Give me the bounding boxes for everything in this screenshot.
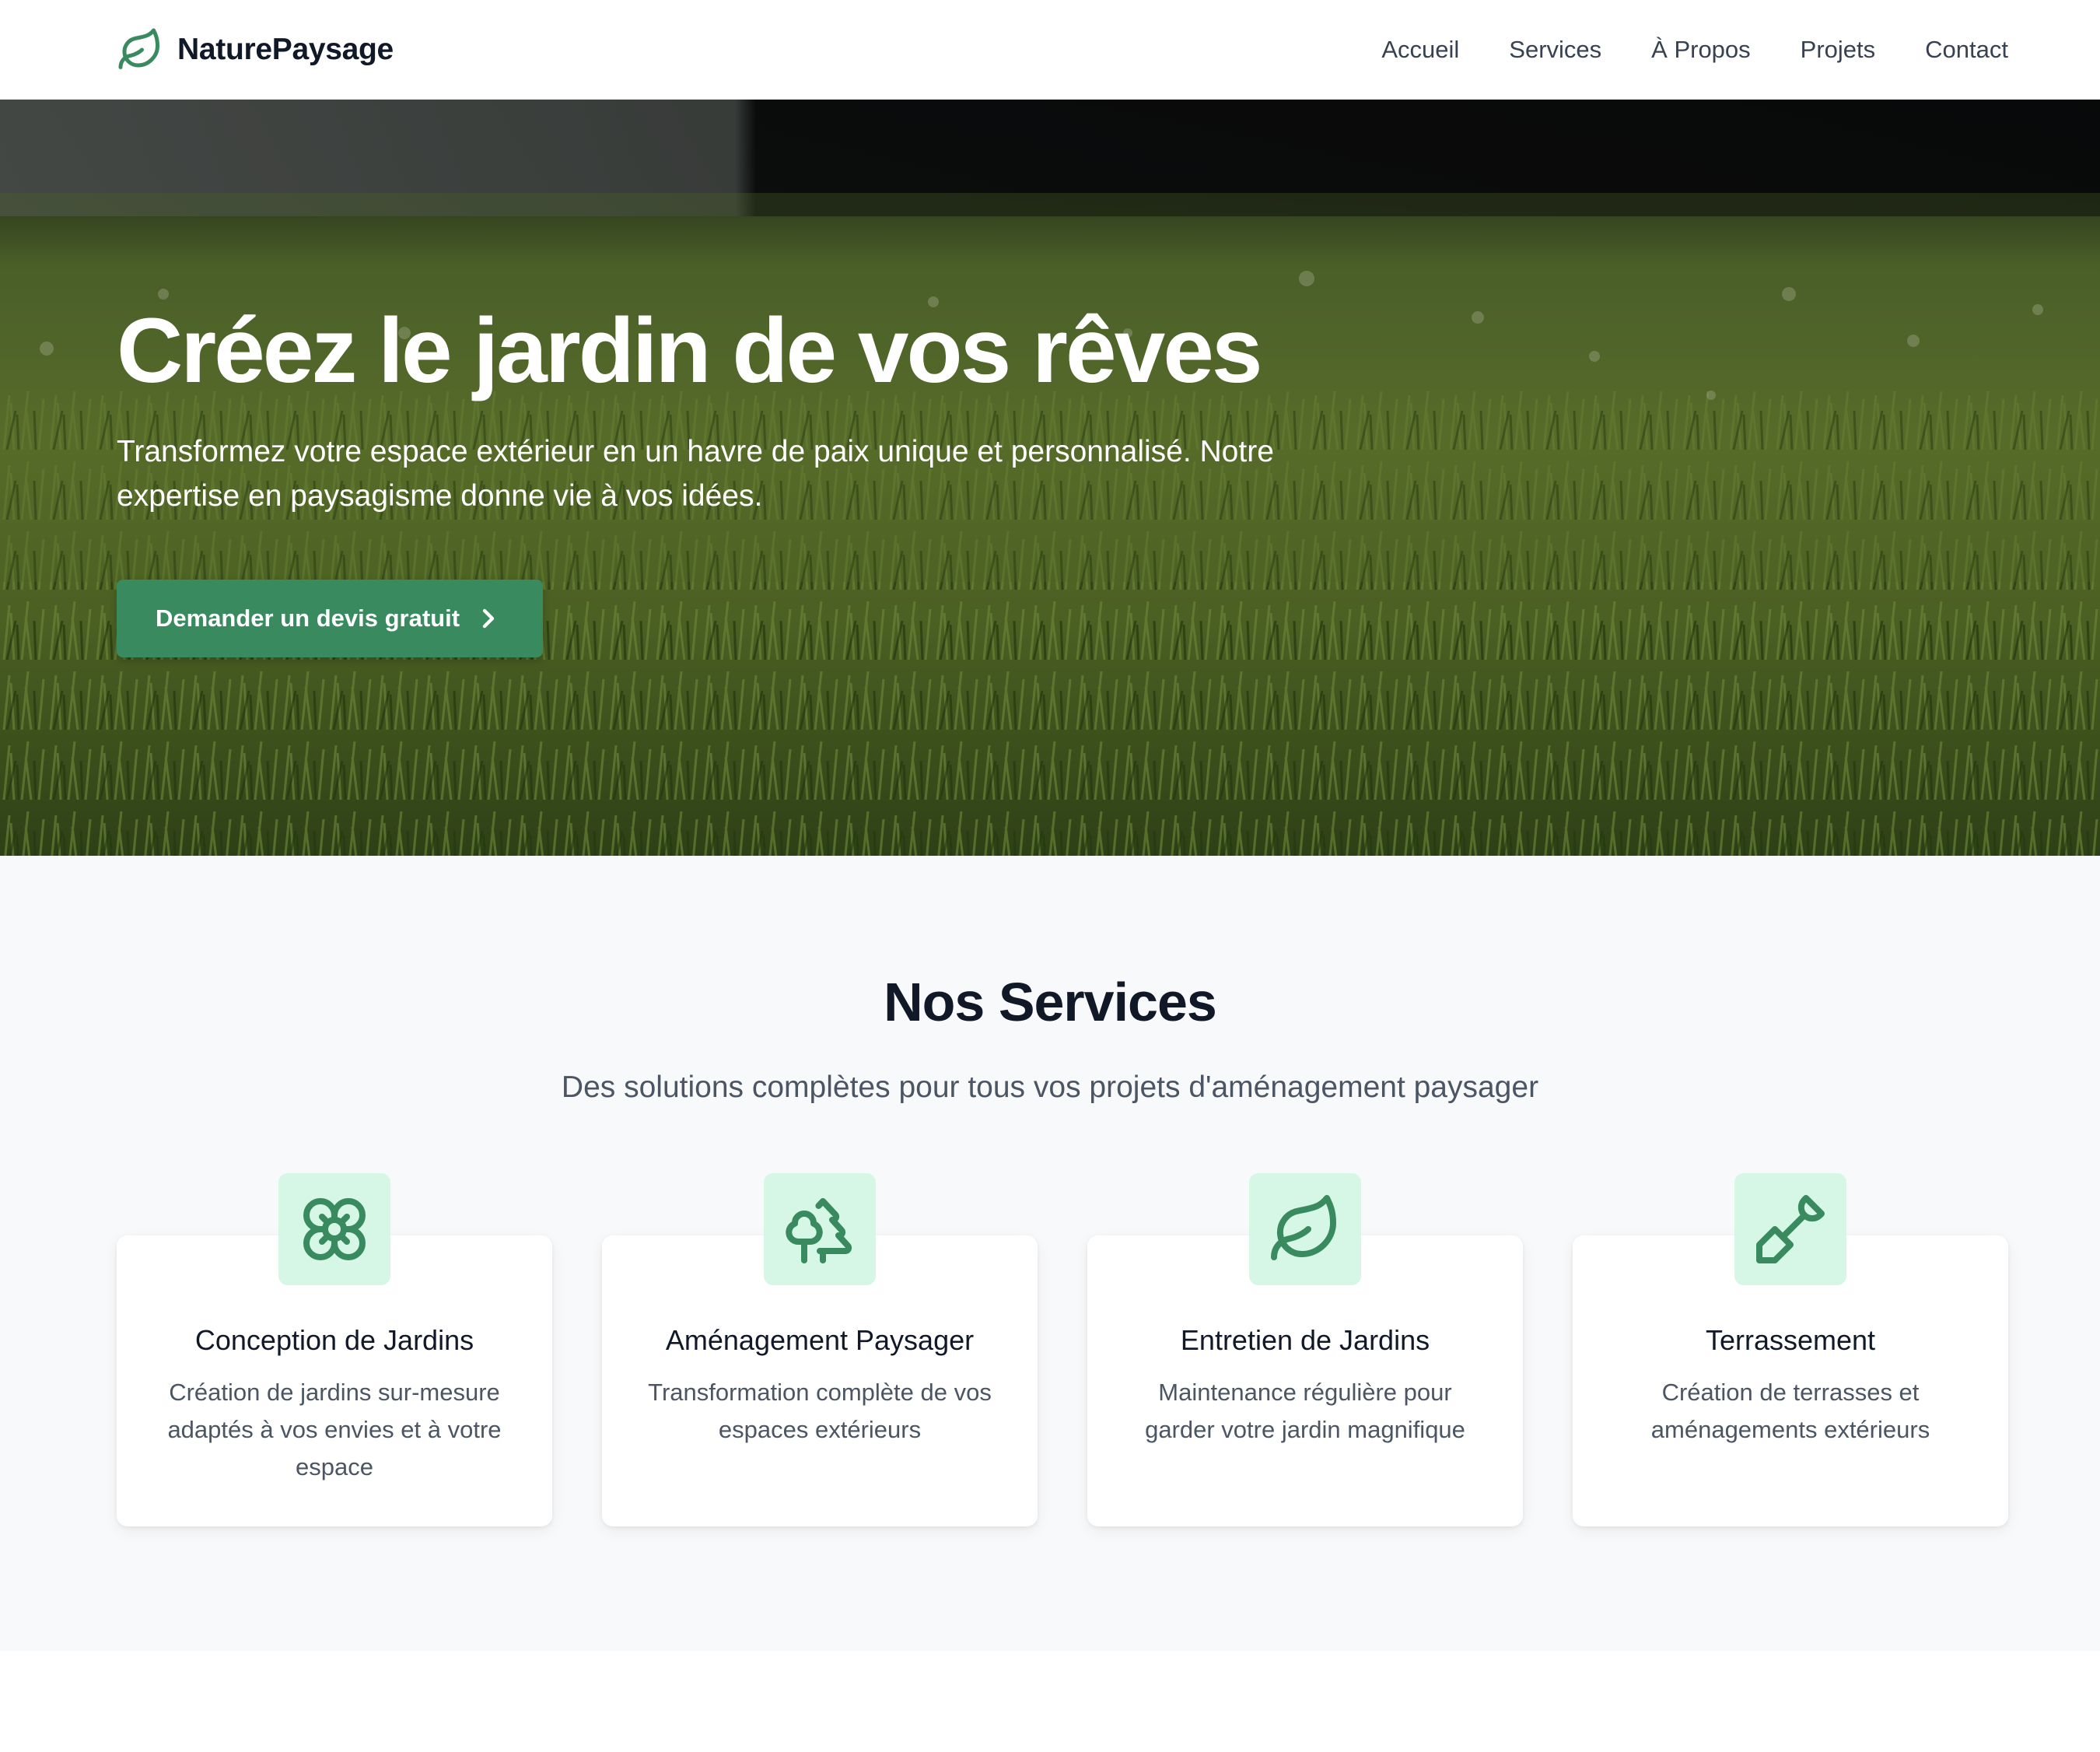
service-title: Aménagement Paysager (665, 1324, 975, 1356)
services-section: Nos Services Des solutions complètes pou… (0, 856, 2100, 1651)
service-card-amenagement[interactable]: Aménagement Paysager Transformation comp… (602, 1173, 1038, 1526)
service-title: Terrassement (1705, 1324, 1876, 1356)
leaf-icon (117, 26, 163, 73)
service-title: Conception de Jardins (194, 1324, 474, 1356)
main-nav: Accueil Services À Propos Projets Contac… (1381, 31, 2008, 68)
service-card-conception[interactable]: Conception de Jardins Création de jardin… (117, 1173, 552, 1526)
service-card-terrassement[interactable]: Terrassement Création de terrasses et am… (1573, 1173, 2008, 1526)
nav-link-projets[interactable]: Projets (1801, 31, 1875, 68)
hero-section: Créez le jardin de vos rêves Transformez… (0, 100, 2100, 856)
brand-logo[interactable]: NaturePaysage (117, 25, 394, 75)
shovel-icon (1734, 1173, 1846, 1285)
trees-icon (764, 1173, 876, 1285)
brand-name: NaturePaysage (177, 33, 394, 66)
nav-link-contact[interactable]: Contact (1925, 31, 2008, 68)
services-subtitle: Des solutions complètes pour tous vos pr… (561, 1070, 1539, 1104)
hero-title: Créez le jardin de vos rêves (117, 300, 1262, 402)
nav-link-accueil[interactable]: Accueil (1381, 31, 1459, 68)
service-description: Transformation complète de vos espaces e… (648, 1379, 992, 1443)
leaf-icon (1249, 1173, 1361, 1285)
service-card-entretien[interactable]: Entretien de Jardins Maintenance réguliè… (1087, 1173, 1523, 1526)
request-quote-button[interactable]: Demander un devis gratuit (117, 580, 543, 657)
nav-link-a-propos[interactable]: À Propos (1651, 31, 1751, 68)
service-description: Maintenance régulière pour garder votre … (1145, 1379, 1465, 1443)
service-title: Entretien de Jardins (1180, 1324, 1430, 1356)
hero-subtitle: Transformez votre espace extérieur en un… (117, 435, 1274, 513)
service-description: Création de jardins sur-mesure adaptés à… (167, 1379, 502, 1480)
nav-link-services[interactable]: Services (1509, 31, 1601, 68)
request-quote-label: Demander un devis gratuit (156, 604, 460, 632)
chevron-right-icon (478, 606, 499, 631)
service-description: Création de terrasses et aménagements ex… (1650, 1379, 1930, 1443)
flower-icon (278, 1173, 390, 1285)
services-title: Nos Services (884, 972, 1217, 1032)
site-header: NaturePaysage Accueil Services À Propos … (0, 0, 2100, 100)
